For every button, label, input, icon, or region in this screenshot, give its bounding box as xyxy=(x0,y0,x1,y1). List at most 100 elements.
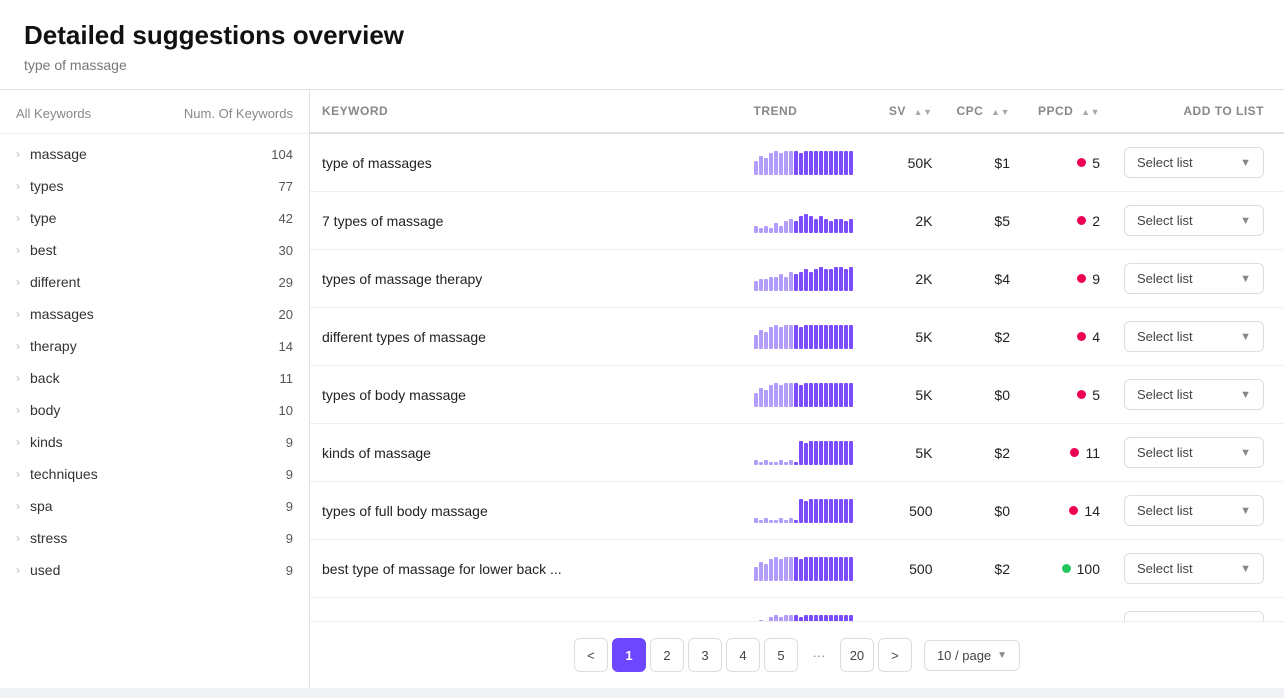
sidebar-item-label: used xyxy=(30,562,286,578)
trend-bar xyxy=(829,499,833,523)
pagination-page-3[interactable]: 3 xyxy=(688,638,722,672)
trend-bar xyxy=(819,383,823,407)
cpc-cell: $2 xyxy=(945,308,1023,366)
cpc-cell: $2 xyxy=(945,424,1023,482)
trend-bar xyxy=(754,281,758,291)
sidebar-item-massage[interactable]: › massage 104 xyxy=(0,138,309,170)
addlist-cell: Select list ▼ xyxy=(1112,366,1284,424)
trend-cell xyxy=(742,598,865,622)
sidebar-item-different[interactable]: › different 29 xyxy=(0,266,309,298)
select-list-chevron: ▼ xyxy=(1240,505,1251,517)
sidebar-chevron: › xyxy=(16,179,20,193)
col-sv[interactable]: SV ▲▼ xyxy=(865,90,945,133)
main-layout: All Keywords Num. Of Keywords › massage … xyxy=(0,90,1284,688)
trend-bar xyxy=(774,325,778,349)
trend-bar xyxy=(834,151,838,175)
trend-bar xyxy=(849,151,853,175)
col-cpc[interactable]: CPC ▲▼ xyxy=(945,90,1023,133)
trend-bar xyxy=(844,441,848,465)
trend-bar xyxy=(834,499,838,523)
ppcd-value: 5 xyxy=(1092,387,1100,403)
ppcd-dot xyxy=(1069,506,1078,515)
sidebar-item-techniques[interactable]: › techniques 9 xyxy=(0,458,309,490)
sidebar-item-kinds[interactable]: › kinds 9 xyxy=(0,426,309,458)
trend-bar xyxy=(829,151,833,175)
select-list-button[interactable]: Select list ▼ xyxy=(1124,205,1264,236)
pagination-prev[interactable]: < xyxy=(574,638,608,672)
ppcd-dot xyxy=(1077,274,1086,283)
select-list-button[interactable]: Select list ▼ xyxy=(1124,263,1264,294)
select-list-chevron: ▼ xyxy=(1240,389,1251,401)
sidebar: All Keywords Num. Of Keywords › massage … xyxy=(0,90,310,688)
sv-cell: 500 xyxy=(865,482,945,540)
ppcd-dot xyxy=(1077,158,1086,167)
select-list-button[interactable]: Select list ▼ xyxy=(1124,611,1264,621)
trend-bar xyxy=(794,221,798,233)
trend-bar xyxy=(784,221,788,233)
pagination-next[interactable]: > xyxy=(878,638,912,672)
sidebar-item-count: 9 xyxy=(286,563,293,578)
sidebar-item-label: types xyxy=(30,178,279,194)
pagination-last[interactable]: 20 xyxy=(840,638,874,672)
trend-bar xyxy=(794,151,798,175)
trend-bar xyxy=(799,216,803,233)
sidebar-item-therapy[interactable]: › therapy 14 xyxy=(0,330,309,362)
pagination-page-2[interactable]: 2 xyxy=(650,638,684,672)
sidebar-item-massages[interactable]: › massages 20 xyxy=(0,298,309,330)
trend-bar xyxy=(829,441,833,465)
select-list-button[interactable]: Select list ▼ xyxy=(1124,437,1264,468)
cpc-cell: $2 xyxy=(945,540,1023,598)
select-list-button[interactable]: Select list ▼ xyxy=(1124,321,1264,352)
ppcd-cell: 14 xyxy=(1022,482,1112,540)
select-list-chevron: ▼ xyxy=(1240,563,1251,575)
trend-bar xyxy=(834,267,838,291)
trend-bar xyxy=(754,460,758,465)
ppcd-inner: 14 xyxy=(1034,503,1100,519)
trend-bar xyxy=(754,161,758,175)
sidebar-item-count: 77 xyxy=(279,179,293,194)
sidebar-chevron: › xyxy=(16,403,20,417)
sidebar-item-back[interactable]: › back 11 xyxy=(0,362,309,394)
pagination-page-4[interactable]: 4 xyxy=(726,638,760,672)
sidebar-item-used[interactable]: › used 9 xyxy=(0,554,309,586)
select-list-label: Select list xyxy=(1137,271,1193,286)
sidebar-item-type[interactable]: › type 42 xyxy=(0,202,309,234)
sidebar-chevron: › xyxy=(16,211,20,225)
trend-cell xyxy=(742,540,865,598)
cpc-cell: $0 xyxy=(945,482,1023,540)
select-list-button[interactable]: Select list ▼ xyxy=(1124,379,1264,410)
col-ppcd[interactable]: PPCD ▲▼ xyxy=(1022,90,1112,133)
select-list-label: Select list xyxy=(1137,445,1193,460)
sidebar-item-body[interactable]: › body 10 xyxy=(0,394,309,426)
sidebar-item-spa[interactable]: › spa 9 xyxy=(0,490,309,522)
trend-bar xyxy=(774,462,778,465)
trend-bar xyxy=(844,269,848,291)
trend-bar xyxy=(834,219,838,233)
sidebar-item-stress[interactable]: › stress 9 xyxy=(0,522,309,554)
table-row: best type of massage for lower back ... … xyxy=(310,540,1284,598)
trend-bar xyxy=(789,151,793,175)
select-list-button[interactable]: Select list ▼ xyxy=(1124,495,1264,526)
sidebar-item-count: 104 xyxy=(271,147,293,162)
pagination-page-5[interactable]: 5 xyxy=(764,638,798,672)
cpc-cell: $1 xyxy=(945,133,1023,192)
trend-bar xyxy=(779,385,783,407)
sidebar-item-best[interactable]: › best 30 xyxy=(0,234,309,266)
sidebar-item-types[interactable]: › types 77 xyxy=(0,170,309,202)
trend-bar xyxy=(759,330,763,349)
keywords-table: KEYWORD TREND SV ▲▼ CPC ▲▼ PPCD ▲▼ ADD T… xyxy=(310,90,1284,621)
sidebar-item-count: 42 xyxy=(279,211,293,226)
sidebar-chevron: › xyxy=(16,531,20,545)
table-row: type of massages 50K $1 5 Select list ▼ xyxy=(310,133,1284,192)
select-list-button[interactable]: Select list ▼ xyxy=(1124,553,1264,584)
sidebar-item-count: 9 xyxy=(286,499,293,514)
sidebar-item-label: kinds xyxy=(30,434,286,450)
per-page-selector[interactable]: 10 / page ▼ xyxy=(924,640,1020,671)
select-list-label: Select list xyxy=(1137,561,1193,576)
sidebar-item-label: techniques xyxy=(30,466,286,482)
select-list-button[interactable]: Select list ▼ xyxy=(1124,147,1264,178)
keyword-cell: best type of massage xyxy=(310,598,742,622)
trend-bar xyxy=(844,383,848,407)
pagination-page-1[interactable]: 1 xyxy=(612,638,646,672)
per-page-chevron: ▼ xyxy=(997,650,1007,661)
